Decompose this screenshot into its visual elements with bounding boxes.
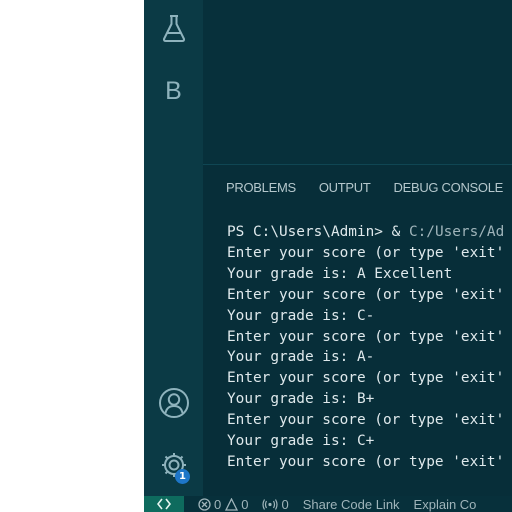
- tab-output[interactable]: OUTPUT: [319, 180, 371, 195]
- status-bar: 0 0 0 Share Code Link Explain Co: [144, 496, 512, 512]
- broadcast-icon: [262, 498, 279, 510]
- terminal-line: Enter your score (or type 'exit': [227, 286, 505, 303]
- account-icon[interactable]: [144, 384, 203, 422]
- ports-status-button[interactable]: 0: [262, 496, 289, 512]
- settings-update-badge: 1: [175, 469, 190, 484]
- terminal-line: Enter your score (or type 'exit': [227, 453, 505, 470]
- terminal-line: Your grade is: B+: [227, 391, 375, 408]
- terminal-line: Enter your score (or type 'exit': [227, 328, 505, 345]
- desktop-background: [0, 0, 144, 512]
- remote-icon: [157, 498, 171, 510]
- warning-icon: [225, 497, 239, 511]
- extension-b-icon[interactable]: B: [144, 74, 203, 108]
- terminal-output[interactable]: PS C:\Users\Admin> & C:/Users/Ad Enter y…: [227, 222, 512, 473]
- terminal-line: Your grade is: C+: [227, 433, 375, 450]
- warning-count: 0: [241, 496, 249, 512]
- terminal-line: Your grade is: A Excellent: [227, 265, 453, 282]
- problems-status-button[interactable]: 0 0: [198, 497, 248, 512]
- share-code-link-button[interactable]: Share Code Link: [303, 497, 400, 512]
- activity-bar: B 1: [144, 0, 203, 496]
- editor-area: [203, 0, 512, 164]
- terminal-line: Enter your score (or type 'exit': [227, 370, 505, 387]
- tab-debug-console[interactable]: DEBUG CONSOLE: [394, 180, 504, 195]
- terminal-line: Enter your score (or type 'exit': [227, 412, 505, 429]
- explain-code-button[interactable]: Explain Co: [414, 497, 477, 512]
- tab-problems[interactable]: PROBLEMS: [226, 180, 296, 195]
- remote-indicator-button[interactable]: [144, 496, 184, 512]
- flask-icon[interactable]: [144, 10, 203, 46]
- ports-count: 0: [281, 496, 289, 512]
- bottom-panel: PROBLEMS OUTPUT DEBUG CONSOLE PS C:\User…: [203, 164, 512, 497]
- terminal-line: Your grade is: C-: [227, 307, 375, 324]
- error-icon: [198, 497, 211, 511]
- error-count: 0: [214, 496, 222, 512]
- terminal-prompt-line: PS C:\Users\Admin> & C:/Users/Ad: [227, 224, 505, 240]
- gear-icon[interactable]: [144, 448, 203, 482]
- terminal-line: Your grade is: A-: [227, 349, 375, 366]
- panel-tabs: PROBLEMS OUTPUT DEBUG CONSOLE: [203, 165, 512, 209]
- terminal-line: Enter your score (or type 'exit': [227, 244, 505, 261]
